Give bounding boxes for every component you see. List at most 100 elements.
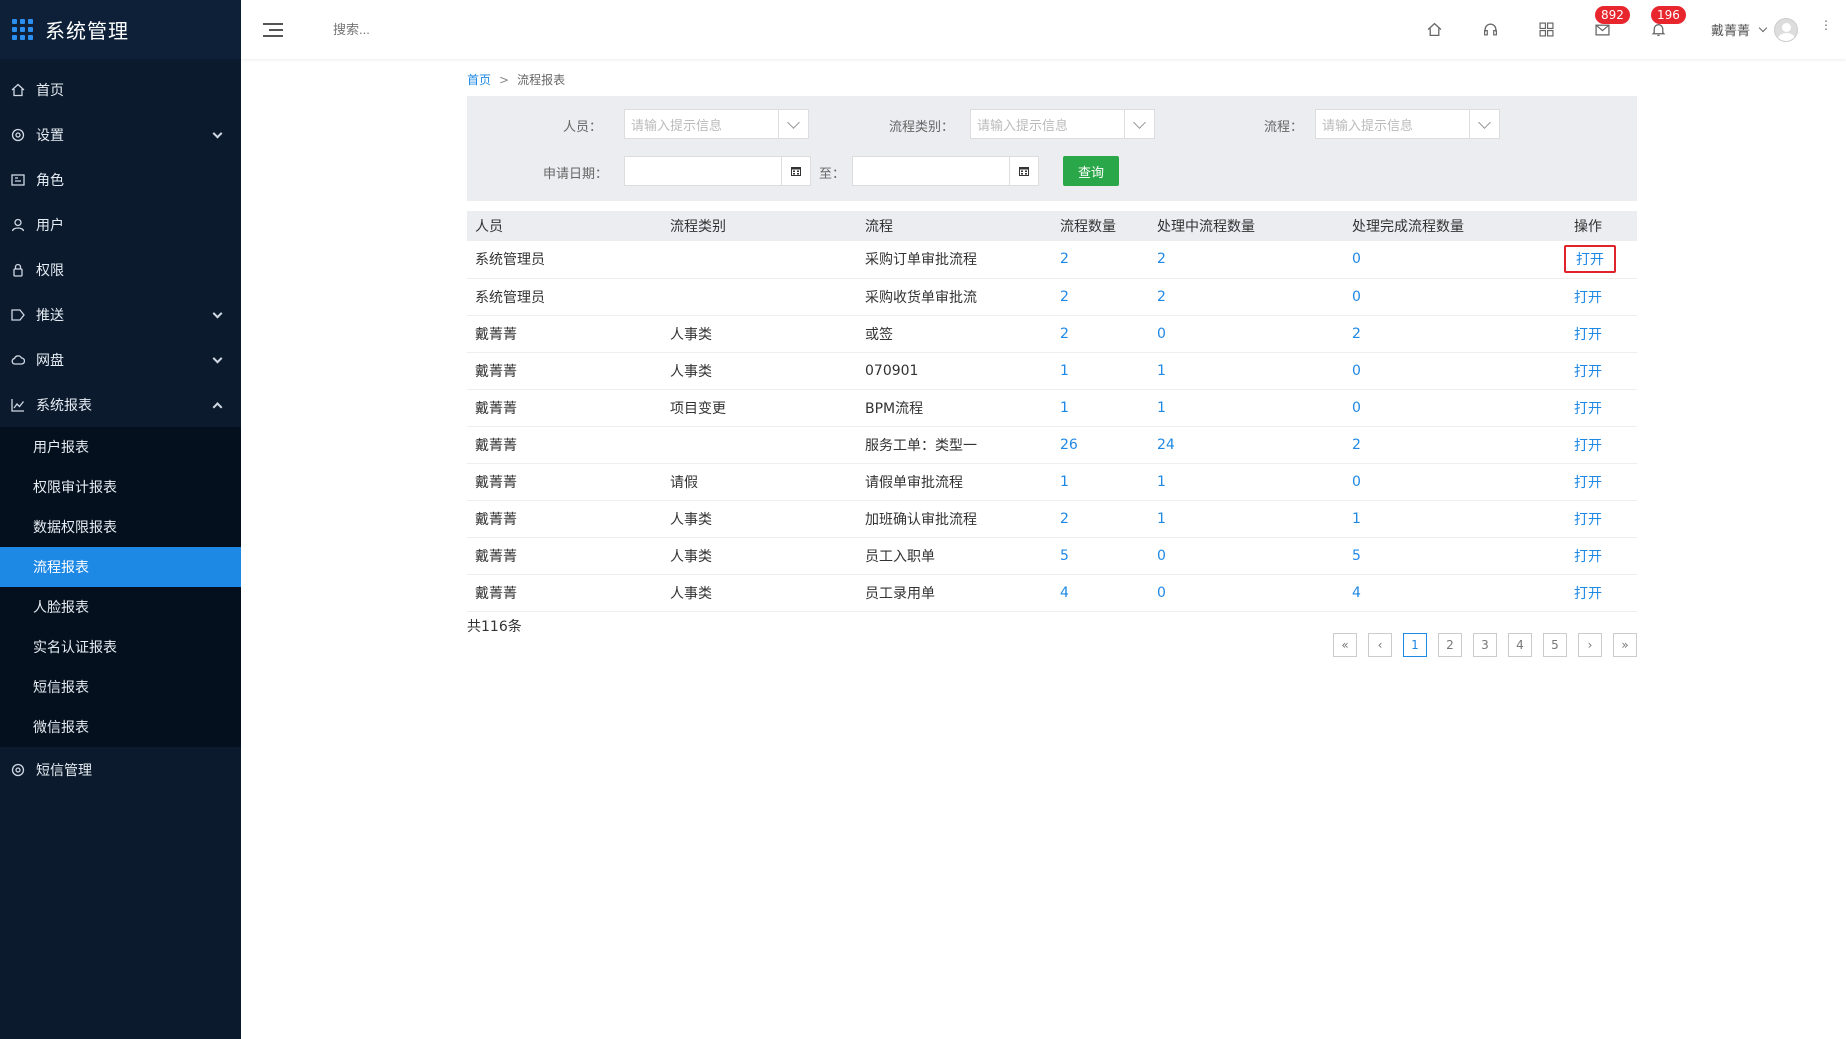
cell-count[interactable]: 26 (1052, 426, 1149, 463)
person-select[interactable]: 请输入提示信息 (624, 109, 809, 139)
sidebar-item-users[interactable]: 用户 (0, 202, 241, 247)
cell-pending[interactable]: 1 (1149, 389, 1344, 426)
cell-pending[interactable]: 2 (1149, 241, 1344, 278)
column-header[interactable]: 流程 (857, 211, 1052, 241)
sidebar-item-home[interactable]: 首页 (0, 67, 241, 112)
cell-done[interactable]: 0 (1344, 352, 1566, 389)
category-select[interactable]: 请输入提示信息 (970, 109, 1155, 139)
submenu-item-sms-report[interactable]: 短信报表 (0, 667, 241, 707)
cell-count[interactable]: 2 (1052, 500, 1149, 537)
submenu-item-data-permission-report[interactable]: 数据权限报表 (0, 507, 241, 547)
chevron-down-icon[interactable] (1469, 110, 1499, 138)
cell-pending[interactable]: 1 (1149, 352, 1344, 389)
cell-done[interactable]: 0 (1344, 241, 1566, 278)
cell-done[interactable]: 0 (1344, 463, 1566, 500)
column-header[interactable]: 流程数量 (1052, 211, 1149, 241)
home-icon[interactable] (1407, 0, 1463, 59)
cell-pending[interactable]: 0 (1149, 537, 1344, 574)
cell-done[interactable]: 1 (1344, 500, 1566, 537)
cell-count[interactable]: 2 (1052, 278, 1149, 315)
first-page-button[interactable]: « (1333, 633, 1357, 657)
open-link[interactable]: 打开 (1566, 537, 1637, 574)
start-date-input[interactable] (624, 156, 811, 186)
cell-count[interactable]: 1 (1052, 389, 1149, 426)
sidebar-item-cloud-drive[interactable]: 网盘 (0, 337, 241, 382)
chevron-down-icon[interactable] (778, 110, 808, 138)
column-header[interactable]: 人员 (467, 211, 662, 241)
page-button-3[interactable]: 3 (1473, 633, 1497, 657)
cell-done[interactable]: 5 (1344, 537, 1566, 574)
sidebar-item-settings[interactable]: 设置 (0, 112, 241, 157)
submenu-item-real-name-report[interactable]: 实名认证报表 (0, 627, 241, 667)
cell-done[interactable]: 2 (1344, 426, 1566, 463)
open-link[interactable]: 打开 (1566, 315, 1637, 352)
cell-pending[interactable]: 1 (1149, 463, 1344, 500)
open-link[interactable]: 打开 (1566, 463, 1637, 500)
cell-count[interactable]: 2 (1052, 315, 1149, 352)
submenu-item-process-report[interactable]: 流程报表 (0, 547, 241, 587)
grid-icon[interactable] (1519, 0, 1575, 59)
mail-icon[interactable]: 892 (1575, 0, 1631, 59)
open-link[interactable]: 打开 (1566, 426, 1637, 463)
more-vertical-icon[interactable]: ⋮ (1820, 18, 1832, 32)
calendar-icon[interactable] (1009, 157, 1038, 185)
open-link[interactable]: 打开 (1566, 278, 1637, 315)
breadcrumb-home-link[interactable]: 首页 (467, 73, 491, 87)
cell-done[interactable]: 2 (1344, 315, 1566, 352)
submenu-item-user-report[interactable]: 用户报表 (0, 427, 241, 467)
query-button[interactable]: 查询 (1063, 156, 1119, 186)
sidebar-item-roles[interactable]: 角色 (0, 157, 241, 202)
cell-count[interactable]: 1 (1052, 463, 1149, 500)
cell-count[interactable]: 1 (1052, 352, 1149, 389)
line-chart-icon (10, 397, 26, 413)
cell-done[interactable]: 4 (1344, 574, 1566, 611)
category-select-placeholder: 请输入提示信息 (977, 118, 1069, 134)
headset-icon[interactable] (1463, 0, 1519, 59)
cell-pending[interactable]: 2 (1149, 278, 1344, 315)
last-page-button[interactable]: » (1613, 633, 1637, 657)
table-body: 系统管理员 采购订单审批流程 2 2 0 打开 系统管理员 采购收货单审批流 2… (467, 241, 1637, 611)
open-link[interactable]: 打开 (1566, 574, 1637, 611)
cell-count[interactable]: 5 (1052, 537, 1149, 574)
calendar-icon[interactable] (781, 157, 810, 185)
open-link[interactable]: 打开 (1566, 389, 1637, 426)
sidebar-item-system-reports[interactable]: 系统报表 (0, 382, 241, 427)
cell-count[interactable]: 2 (1052, 241, 1149, 278)
apps-grid-icon[interactable] (12, 19, 33, 40)
search-input[interactable] (333, 22, 593, 37)
cell-pending[interactable]: 0 (1149, 574, 1344, 611)
cell-pending[interactable]: 1 (1149, 500, 1344, 537)
page-button-2[interactable]: 2 (1438, 633, 1462, 657)
bell-icon[interactable]: 196 (1631, 0, 1687, 59)
column-header[interactable]: 处理中流程数量 (1149, 211, 1344, 241)
column-header[interactable]: 流程类别 (662, 211, 857, 241)
end-date-input[interactable] (852, 156, 1039, 186)
sidebar-item-permissions[interactable]: 权限 (0, 247, 241, 292)
open-link[interactable]: 打开 (1566, 500, 1637, 537)
prev-page-button[interactable]: ‹ (1368, 633, 1392, 657)
cell-count[interactable]: 4 (1052, 574, 1149, 611)
cell-pending[interactable]: 24 (1149, 426, 1344, 463)
chevron-down-icon[interactable] (1124, 110, 1154, 138)
next-page-button[interactable]: › (1578, 633, 1602, 657)
sidebar-item-push[interactable]: 推送 (0, 292, 241, 337)
column-header[interactable]: 处理完成流程数量 (1344, 211, 1566, 241)
cell-done[interactable]: 0 (1344, 278, 1566, 315)
process-select[interactable]: 请输入提示信息 (1315, 109, 1500, 139)
submenu-item-face-report[interactable]: 人脸报表 (0, 587, 241, 627)
open-link[interactable]: 打开 (1564, 245, 1616, 274)
page-button-1[interactable]: 1 (1403, 633, 1427, 657)
menu-toggle-icon[interactable] (263, 22, 283, 37)
page-button-4[interactable]: 4 (1508, 633, 1532, 657)
user-menu[interactable]: 戴菁菁 (1711, 17, 1798, 42)
chevron-up-icon (212, 401, 223, 412)
sidebar-item-sms-management[interactable]: 短信管理 (0, 747, 241, 792)
cell-category: 人事类 (670, 585, 712, 602)
open-link[interactable]: 打开 (1566, 352, 1637, 389)
submenu-item-permission-audit-report[interactable]: 权限审计报表 (0, 467, 241, 507)
page-button-5[interactable]: 5 (1543, 633, 1567, 657)
cell-done[interactable]: 0 (1344, 389, 1566, 426)
cell-pending[interactable]: 0 (1149, 315, 1344, 352)
date-label: 申请日期： (543, 167, 609, 182)
submenu-item-wechat-report[interactable]: 微信报表 (0, 707, 241, 747)
